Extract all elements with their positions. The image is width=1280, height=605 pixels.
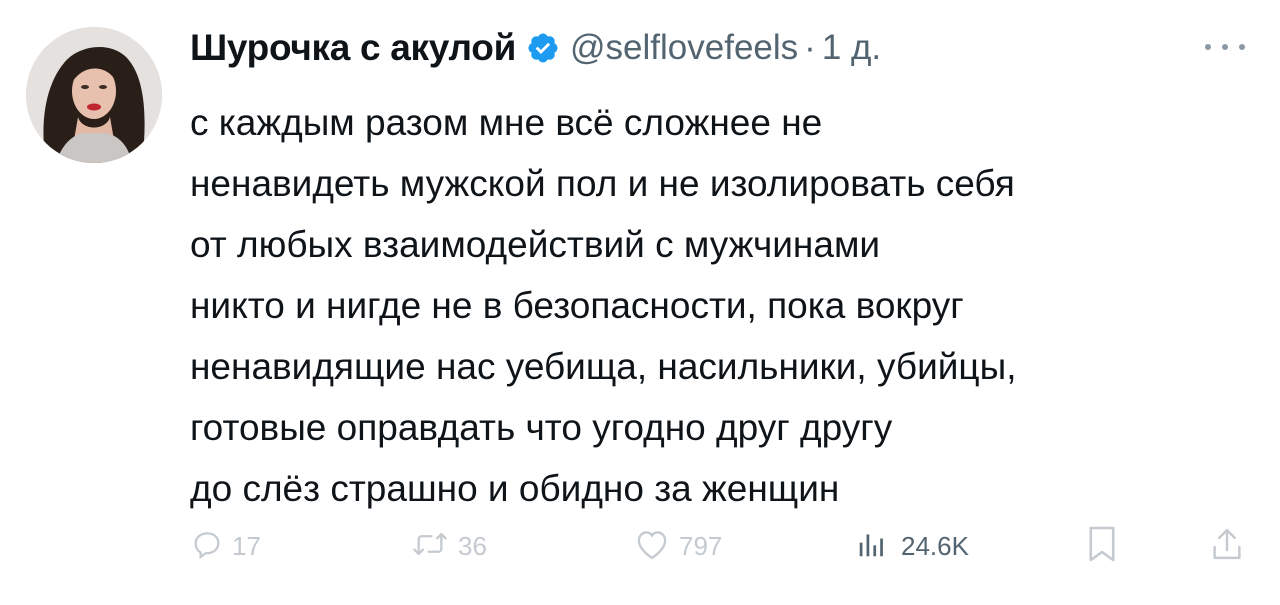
reply-count: 17 (232, 530, 261, 561)
repost-button[interactable]: 36 (410, 524, 487, 568)
share-button[interactable] (1210, 524, 1244, 568)
author-handle[interactable]: @selflovefeels (570, 28, 798, 68)
tweet-line: никто и нигде не в безопасности, пока во… (190, 285, 964, 326)
timestamp[interactable]: 1 д. (822, 28, 881, 68)
reply-icon (190, 527, 224, 566)
tweet-line: с каждым разом мне всё сложнее не (190, 102, 823, 143)
tweet-line: ненавидеть мужской пол и не изолировать … (190, 163, 1015, 204)
views-button[interactable]: 24.6K (857, 524, 969, 568)
tweet-text: с каждым разом мне всё сложнее не ненави… (190, 92, 1265, 519)
separator-dot: · (804, 28, 816, 67)
avatar[interactable] (26, 27, 162, 163)
tweet-line: готовые оправдать что угодно друг другу (190, 407, 893, 448)
views-icon (857, 529, 887, 564)
tweet-line: ненавидящие нас уебища, насильники, убий… (190, 346, 1017, 387)
like-count: 797 (679, 530, 723, 561)
bookmark-button[interactable] (1086, 524, 1118, 568)
tweet-header: Шурочка с акулой @selflovefeels · 1 д. (190, 26, 881, 70)
avatar-image (26, 27, 162, 163)
like-icon (633, 527, 671, 566)
bookmark-icon (1086, 524, 1118, 569)
more-icon[interactable] (1205, 36, 1245, 58)
tweet-actions: 17 36 797 24.6K (190, 524, 1250, 568)
tweet[interactable]: Шурочка с акулой @selflovefeels · 1 д. с… (0, 0, 1280, 605)
verified-badge-icon (526, 31, 560, 65)
like-button[interactable]: 797 (633, 524, 722, 568)
tweet-line: от любых взаимодействий с мужчинами (190, 224, 881, 265)
repost-icon (410, 527, 450, 566)
display-name[interactable]: Шурочка с акулой (190, 27, 516, 69)
share-icon (1210, 524, 1244, 569)
tweet-line: до слёз страшно и обидно за женщин (190, 468, 840, 509)
repost-count: 36 (458, 530, 487, 561)
views-count: 24.6K (901, 530, 969, 561)
reply-button[interactable]: 17 (190, 524, 261, 568)
